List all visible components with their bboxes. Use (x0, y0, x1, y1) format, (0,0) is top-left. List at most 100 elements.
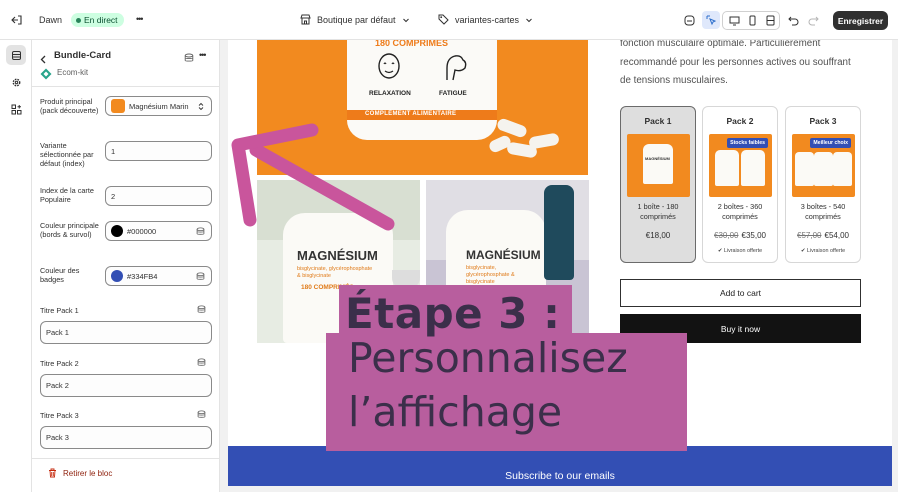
template-selector-label: variantes-cartes (455, 14, 520, 25)
pack-old-price: €57,00 (797, 231, 822, 240)
main-color-picker[interactable]: #000000 (105, 221, 212, 241)
product-label: Produit principal (pack découverte) (40, 97, 99, 115)
divider (32, 458, 220, 459)
pack-description: 2 boîtes - 360 comprimés (703, 202, 777, 222)
description-line: recommandé pour les personnes actives ou… (620, 56, 851, 68)
pack-desc-line: 2 boîtes - 360 (717, 202, 763, 211)
redo-icon[interactable] (804, 11, 822, 29)
select-arrows-icon (198, 102, 204, 111)
product-description: fonction musculaire optimale. Particuliè… (620, 40, 870, 91)
pack-title: Pack 2 (726, 116, 754, 126)
mobile-icon[interactable] (743, 11, 761, 29)
desktop-icon[interactable] (725, 11, 743, 29)
pack3-label: Titre Pack 3 (40, 411, 79, 420)
fullscreen-icon[interactable] (761, 11, 779, 29)
bottle-shape (643, 144, 673, 184)
variant-index-input[interactable]: 1 (105, 141, 212, 161)
bottle-brand-text: MAGNÉSIUM (466, 248, 541, 262)
color-swatch[interactable] (111, 225, 123, 237)
tag-icon (438, 14, 449, 25)
pack-card-1[interactable]: Pack 1 MAGNÉSIUM 1 boîte - 180 comprimés … (620, 106, 696, 263)
save-button[interactable]: Enregistrer (833, 11, 888, 30)
more-actions-button[interactable]: ••• (136, 14, 144, 24)
theme-selector[interactable]: Boutique par défaut (300, 14, 410, 25)
pack-desc-line: comprimés (722, 212, 758, 221)
pack-desc-line: comprimés (805, 212, 841, 221)
bottle-top-text: 180 COMPRIMÉS (375, 40, 449, 48)
bottle-shape (814, 152, 833, 186)
select-cursor-icon[interactable] (702, 11, 720, 29)
bottle-brand-text: MAGNÉSIUM (645, 156, 670, 161)
bottle-shape (833, 152, 852, 186)
product-picker[interactable]: Magnésium Marin (105, 96, 212, 116)
block-more-button[interactable]: ••• (199, 50, 207, 60)
main-color-value: #000000 (127, 226, 157, 236)
database-icon (196, 227, 205, 235)
pack-title: Pack 3 (809, 116, 837, 126)
pack-free-shipping: ✔ Livraison offerte (717, 248, 763, 254)
divider (32, 86, 220, 87)
store-icon (300, 14, 311, 25)
pack3-title-input[interactable]: Pack 3 (40, 426, 212, 449)
pack2-title-input[interactable]: Pack 2 (40, 374, 212, 397)
pack-desc-line: 1 boîte - 180 (637, 202, 679, 211)
theme-settings-gear-icon[interactable] (6, 72, 26, 92)
template-selector[interactable]: variantes-cartes (438, 14, 533, 25)
pack-price-value: €35,00 (741, 231, 766, 240)
status-badge: En direct (71, 13, 124, 27)
pack1-title-input[interactable]: Pack 1 (40, 321, 212, 344)
apps-icon[interactable] (6, 99, 26, 119)
arm-muscle-icon (446, 55, 467, 81)
pack-price: €30,00 €35,00 (703, 231, 777, 240)
sections-icon[interactable] (6, 45, 26, 65)
pack-desc-line: comprimés (640, 212, 676, 221)
fatigue-text: FATIGUE (439, 90, 467, 97)
pack-price-value: €54,00 (824, 231, 849, 240)
pack-badge: Meilleur choix (810, 138, 851, 148)
bottle-shape (795, 152, 814, 186)
bottle-shape (715, 150, 739, 186)
editor-rail (0, 40, 32, 492)
popular-index-input[interactable]: 2 (105, 186, 212, 206)
pack-card-2[interactable]: Pack 2 Stocks faibles 2 boîtes - 360 comp… (702, 106, 778, 263)
pack-description: 3 boîtes - 540 comprimés (786, 202, 860, 222)
database-icon[interactable] (197, 358, 206, 367)
water-bottle (544, 185, 574, 280)
newsletter-heading: Subscribe to our emails (505, 470, 615, 482)
badge-color-picker[interactable]: #334FB4 (105, 266, 212, 286)
description-line: fonction musculaire optimale. Particuliè… (620, 40, 821, 49)
remove-block-label: Retirer le bloc (63, 468, 113, 478)
relaxation-text: RELAXATION (369, 90, 411, 97)
product-thumbnail (111, 99, 125, 113)
description-line: de tensions musculaires. (620, 75, 728, 86)
pill (495, 117, 529, 139)
trash-icon (49, 468, 56, 478)
color-swatch[interactable] (111, 270, 123, 282)
bottle-sub-text: bisglycinate, glycérophosphate & bisglyc… (466, 265, 515, 285)
bottle-sub-text: bisglycinate, glycérophosphate & bisglyc… (297, 266, 373, 279)
database-icon[interactable] (197, 410, 206, 419)
add-to-cart-button[interactable]: Add to cart (620, 279, 861, 307)
database-icon[interactable] (197, 305, 206, 314)
pack-old-price: €30,00 (714, 231, 739, 240)
product-picker-value: Magnésium Marin (129, 101, 189, 111)
pack-description: 1 boîte - 180 comprimés (621, 202, 695, 222)
pack2-label: Titre Pack 2 (40, 359, 79, 368)
popular-label: Index de la carte Populaire (40, 186, 94, 204)
pack-desc-line: 3 boîtes - 540 (800, 202, 846, 211)
exit-icon[interactable] (8, 11, 26, 29)
block-settings-panel: Bundle-Card ••• Ecom-kit Produit princip… (32, 40, 220, 492)
remove-block-button[interactable]: Retirer le bloc (48, 468, 112, 478)
database-icon[interactable] (184, 50, 194, 68)
pack-price-value: €18,00 (645, 231, 671, 240)
pack-image: MAGNÉSIUM (627, 134, 690, 197)
overlay-line-3: l’affichage (348, 388, 563, 436)
app-name: Ecom-kit (57, 68, 89, 77)
undo-icon[interactable] (784, 11, 802, 29)
block-title: Bundle-Card (54, 50, 111, 61)
inspector-icon[interactable] (680, 11, 698, 29)
pack-card-3[interactable]: Pack 3 Meilleur choix 3 boîtes - 540 comp… (785, 106, 861, 263)
main-color-label: Couleur principale (bords & survol) (40, 221, 99, 239)
overlay-line-2: Personnalisez (348, 334, 628, 382)
theme-selector-label: Boutique par défaut (317, 14, 396, 25)
